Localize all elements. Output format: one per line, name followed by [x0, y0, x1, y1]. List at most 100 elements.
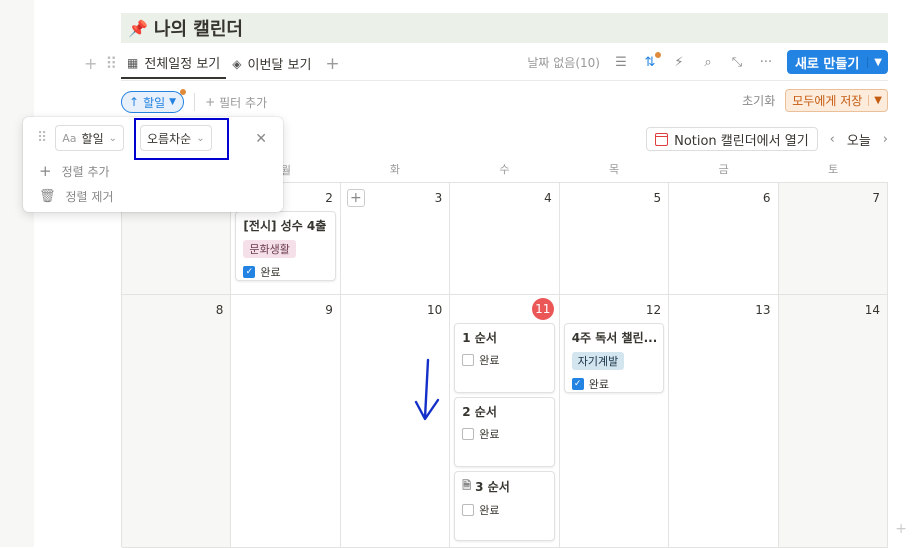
calendar-day-cell[interactable]: 14: [779, 295, 888, 548]
checkbox-label: 완료: [479, 502, 499, 518]
hand-drawn-arrow-down-icon: [413, 358, 443, 424]
sort-pill[interactable]: ↑ 할일 ▼: [121, 91, 184, 113]
event-tag: 자기계발: [572, 352, 624, 370]
page-title: 📌 나의 캘린더: [121, 13, 888, 43]
calendar-day-cell[interactable]: 5: [560, 183, 669, 295]
chevron-down-icon: ⌄: [109, 133, 117, 144]
add-filter-label: 필터 추가: [219, 94, 267, 111]
weekday-label: 토: [778, 161, 888, 177]
day-number: 3: [435, 191, 443, 205]
calendar-nav: Notion 캘린더에서 열기 ‹ 오늘 ›: [646, 127, 888, 151]
event-card[interactable]: 🗎 3 순서 완료: [454, 471, 554, 541]
event-card[interactable]: 4주 독서 챌린... 자기계발 ✓ 완료: [564, 323, 664, 393]
today-badge: 11: [532, 298, 554, 320]
event-checkbox-row: 완료: [462, 352, 546, 368]
weekday-label: 금: [669, 161, 779, 177]
tab-all-schedule[interactable]: ▦ 전체일정 보기: [121, 48, 226, 79]
search-icon[interactable]: ⌕: [700, 55, 716, 70]
drag-handle-icon[interactable]: ⠿: [37, 130, 47, 146]
automation-lightning-icon[interactable]: ⚡: [671, 55, 687, 70]
plus-icon: +: [205, 95, 215, 109]
document-icon: 🗎: [462, 477, 471, 496]
plus-icon: +: [39, 162, 52, 180]
drag-handle-icon[interactable]: ⠿: [105, 54, 117, 73]
add-filter-button[interactable]: + 필터 추가: [205, 94, 267, 111]
today-button[interactable]: 오늘: [847, 130, 871, 149]
sort-property-select[interactable]: Aa 할일 ⌄: [55, 125, 124, 151]
tab-label: 이번달 보기: [247, 54, 311, 73]
day-number: 5: [654, 191, 662, 205]
event-title: 1 순서: [462, 329, 546, 346]
checkbox-label: 완료: [479, 426, 499, 442]
event-card[interactable]: 2 순서 완료: [454, 397, 554, 467]
calendar-day-cell[interactable]: 8: [122, 295, 231, 548]
checkbox-label: 완료: [479, 352, 499, 368]
open-notion-calendar-label: Notion 캘린더에서 열기: [674, 130, 809, 149]
row-controls: + ⠿: [84, 54, 117, 73]
remove-sort-label: 정렬 제거: [66, 188, 114, 205]
trash-icon: 🗑: [39, 189, 56, 204]
day-number: 7: [872, 191, 880, 205]
chevron-left-icon[interactable]: ‹: [830, 132, 835, 147]
save-for-everyone-button[interactable]: 모두에게 저장 ▼: [785, 89, 888, 112]
event-tag: 문화생활: [243, 240, 295, 258]
checkbox-checked[interactable]: ✓: [572, 378, 584, 390]
notion-calendar-icon: [655, 133, 668, 146]
expand-icon[interactable]: ⤡: [729, 55, 745, 70]
remove-sort-button[interactable]: 🗑 정렬 제거: [39, 188, 114, 205]
event-card[interactable]: 1 순서 완료: [454, 323, 554, 393]
pushpin-icon: 📌: [128, 19, 148, 38]
add-row-icon[interactable]: +: [895, 521, 907, 537]
more-icon[interactable]: ···: [758, 55, 774, 70]
chevron-down-icon[interactable]: ▼: [867, 57, 888, 68]
checkbox-unchecked[interactable]: [462, 428, 474, 440]
save-label: 모두에게 저장: [786, 92, 868, 109]
calendar-day-cell[interactable]: 6: [669, 183, 778, 295]
weekday-label-monday: 월: [283, 162, 291, 178]
event-title-row: 🗎 3 순서: [462, 477, 546, 496]
add-view-icon[interactable]: +: [317, 54, 347, 74]
filter-icon[interactable]: ☰: [613, 55, 629, 70]
add-block-icon[interactable]: +: [84, 54, 97, 73]
calendar-day-cell[interactable]: 9: [231, 295, 340, 548]
event-checkbox-row: 완료: [462, 502, 546, 518]
day-number: 4: [544, 191, 552, 205]
day-number: 6: [763, 191, 771, 205]
calendar-day-cell[interactable]: 13: [669, 295, 778, 548]
calendar-day-cell[interactable]: 7: [779, 183, 888, 295]
close-icon[interactable]: ✕: [255, 131, 267, 147]
event-title: 2 순서: [462, 403, 546, 420]
sort-icon[interactable]: ⇅: [642, 55, 658, 70]
arrow-up-icon: ↑: [129, 95, 139, 109]
new-button-label: 새로 만들기: [787, 53, 867, 72]
page-title-text: 나의 캘린더: [154, 15, 243, 41]
calendar-grid: 2 [전시] 성수 4출 문화생활 ✓ 완료 + 3 4 5 6 7 8 9 1…: [121, 182, 888, 547]
calendar-day-cell[interactable]: 4: [450, 183, 559, 295]
divider: [121, 80, 888, 81]
add-sort-button[interactable]: + 정렬 추가: [39, 162, 110, 180]
event-checkbox-row: 완료: [462, 426, 546, 442]
highlight-annotation-box: [134, 118, 229, 160]
sort-property-label: 할일: [82, 130, 104, 147]
event-checkbox-row: ✓ 완료: [243, 264, 327, 280]
chevron-down-icon[interactable]: ▼: [868, 95, 887, 106]
filter-row: ↑ 할일 ▼ + 필터 추가: [121, 91, 267, 113]
add-event-icon[interactable]: +: [347, 189, 365, 207]
new-button[interactable]: 새로 만들기 ▼: [787, 50, 888, 74]
sort-pill-dot: [180, 89, 186, 95]
calendar-day-cell[interactable]: 12 4주 독서 챌린... 자기계발 ✓ 완료: [560, 295, 669, 548]
calendar-day-cell[interactable]: + 3: [341, 183, 450, 295]
checkbox-checked[interactable]: ✓: [243, 266, 255, 278]
checkbox-unchecked[interactable]: [462, 504, 474, 516]
no-date-button[interactable]: 날짜 없음(10): [527, 54, 600, 71]
chevron-right-icon[interactable]: ›: [883, 132, 888, 147]
reset-button[interactable]: 초기화: [742, 92, 775, 109]
weekday-label: 화: [340, 161, 450, 177]
open-notion-calendar-button[interactable]: Notion 캘린더에서 열기: [646, 127, 818, 151]
event-card[interactable]: [전시] 성수 4출 문화생활 ✓ 완료: [235, 211, 335, 281]
calendar-day-cell-today[interactable]: 11 1 순서 완료 2 순서 완료 🗎 3 순서 완료: [450, 295, 559, 548]
weekday-label: 수: [450, 161, 560, 177]
checkbox-unchecked[interactable]: [462, 354, 474, 366]
tab-this-month[interactable]: ◈ 이번달 보기: [226, 48, 317, 79]
chevron-down-icon: ▼: [169, 97, 176, 107]
